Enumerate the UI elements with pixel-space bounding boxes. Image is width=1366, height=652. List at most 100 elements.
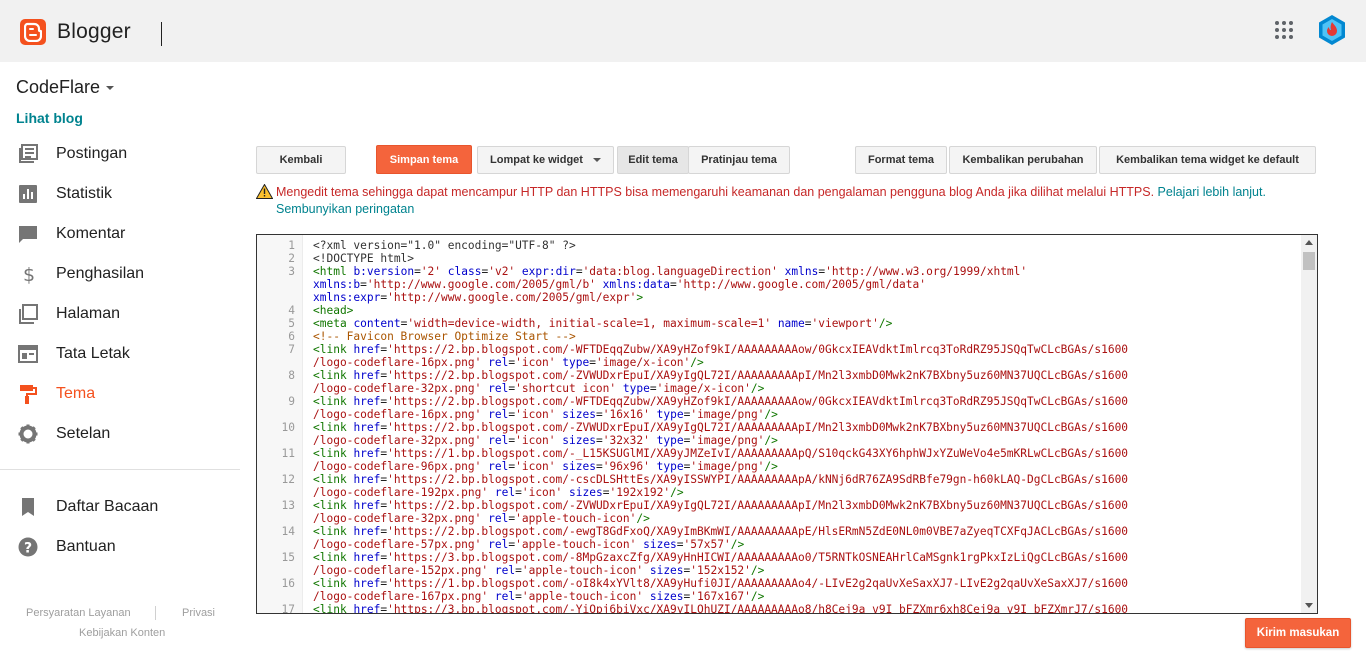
code-text[interactable]: <link href='https://2.bp.blogspot.com/-W… — [313, 343, 1128, 356]
save-theme-button[interactable]: Simpan tema — [376, 145, 472, 174]
code-line[interactable]: /logo-codeflare-167px.png' rel='apple-to… — [257, 590, 1301, 603]
code-line[interactable]: /logo-codeflare-32px.png' rel='icon' siz… — [257, 434, 1301, 447]
code-line[interactable]: 12 <link href='https://2.bp.blogspot.com/… — [257, 473, 1301, 486]
learn-more-link[interactable]: Pelajari lebih lanjut. — [1158, 185, 1266, 199]
code-text[interactable]: /logo-codeflare-16px.png' rel='icon' siz… — [313, 408, 778, 421]
code-line[interactable]: 14 <link href='https://2.bp.blogspot.com/… — [257, 525, 1301, 538]
code-text[interactable]: <!-- Favicon Browser Optimize Start --> — [313, 330, 576, 343]
code-line[interactable]: 11 <link href='https://1.bp.blogspot.com/… — [257, 447, 1301, 460]
format-theme-button[interactable]: Format tema — [855, 146, 947, 174]
revert-changes-button[interactable]: Kembalikan perubahan — [949, 146, 1097, 174]
code-text[interactable]: /logo-codeflare-32px.png' rel='shortcut … — [313, 382, 764, 395]
sidebar-item-setelan[interactable]: Setelan — [0, 414, 240, 454]
code-line[interactable]: xmlns:expr='http://www.google.com/2005/g… — [257, 291, 1301, 304]
code-line[interactable]: 8 <link href='https://2.bp.blogspot.com/-… — [257, 369, 1301, 382]
sidebar-item-bantuan[interactable]: ? Bantuan — [0, 527, 240, 567]
jump-to-widget-dropdown[interactable]: Lompat ke widget — [477, 146, 614, 174]
preview-theme-button[interactable]: Pratinjau tema — [688, 146, 790, 174]
code-text[interactable]: <link href='https://2.bp.blogspot.com/-Z… — [313, 499, 1128, 512]
sidebar-item-tema[interactable]: Tema — [0, 374, 240, 414]
apps-grid-icon[interactable] — [1275, 21, 1293, 39]
sidebar-item-halaman[interactable]: Halaman — [0, 294, 240, 334]
code-text[interactable]: /logo-codeflare-32px.png' rel='icon' siz… — [313, 434, 778, 447]
code-text[interactable]: /logo-codeflare-96px.png' rel='icon' siz… — [313, 460, 778, 473]
code-text[interactable]: /logo-codeflare-192px.png' rel='icon' si… — [313, 486, 684, 499]
code-line[interactable]: /logo-codeflare-32px.png' rel='apple-tou… — [257, 512, 1301, 525]
theme-code-editor[interactable]: 1 <?xml version="1.0" encoding="UTF-8" ?>… — [256, 234, 1318, 614]
code-text[interactable]: /logo-codeflare-16px.png' rel='icon' typ… — [313, 356, 704, 369]
code-line[interactable]: 4 <head> — [257, 304, 1301, 317]
scroll-up-arrow-icon[interactable] — [1305, 240, 1313, 245]
code-text[interactable]: <link href='https://1.bp.blogspot.com/-o… — [313, 577, 1128, 590]
code-text[interactable]: <!DOCTYPE html> — [313, 252, 414, 265]
code-text[interactable]: <link href='https://2.bp.blogspot.com/-e… — [313, 525, 1128, 538]
code-line[interactable]: 15 <link href='https://3.bp.blogspot.com/… — [257, 551, 1301, 564]
code-line[interactable]: 9 <link href='https://2.bp.blogspot.com/-… — [257, 395, 1301, 408]
edit-theme-button[interactable]: Edit tema — [617, 146, 689, 174]
hide-warning-link[interactable]: Sembunyikan peringatan — [276, 201, 414, 218]
scroll-down-arrow-icon[interactable] — [1305, 603, 1313, 608]
sidebar-item-komentar[interactable]: Komentar — [0, 214, 240, 254]
send-feedback-button[interactable]: Kirim masukan — [1245, 618, 1351, 648]
content-policy-link[interactable]: Kebijakan Konten — [79, 627, 165, 639]
blogger-logo-icon[interactable] — [20, 19, 46, 45]
line-number: 17 — [281, 603, 295, 614]
line-number: 15 — [281, 551, 295, 564]
code-line[interactable]: 16 <link href='https://1.bp.blogspot.com/… — [257, 577, 1301, 590]
sidebar-item-tata-letak[interactable]: Tata Letak — [0, 334, 240, 374]
avatar[interactable] — [1316, 14, 1348, 46]
blog-selector[interactable]: CodeFlare — [16, 77, 100, 98]
code-text[interactable]: <link href='https://2.bp.blogspot.com/-Z… — [313, 369, 1128, 382]
terms-link[interactable]: Persyaratan Layanan — [26, 607, 131, 619]
code-line[interactable]: 5 <meta content='width=device-width, init… — [257, 317, 1301, 330]
code-line[interactable]: /logo-codeflare-152px.png' rel='apple-to… — [257, 564, 1301, 577]
code-line[interactable]: 17 <link href='https://3.bp.blogspot.com/… — [257, 603, 1301, 614]
code-line[interactable]: /logo-codeflare-16px.png' rel='icon' typ… — [257, 356, 1301, 369]
code-line[interactable]: 13 <link href='https://2.bp.blogspot.com/… — [257, 499, 1301, 512]
code-text[interactable]: <link href='https://1.bp.blogspot.com/-_… — [313, 447, 1128, 460]
editor-scrollbar[interactable] — [1301, 235, 1317, 613]
sidebar-item-penghasilan[interactable]: $ Penghasilan — [0, 254, 240, 294]
brand-name[interactable]: Blogger — [57, 20, 131, 44]
code-text[interactable]: <link href='https://3.bp.blogspot.com/-8… — [313, 551, 1128, 564]
code-text[interactable]: <link href='https://2.bp.blogspot.com/-Z… — [313, 421, 1128, 434]
code-text[interactable]: /logo-codeflare-32px.png' rel='apple-tou… — [313, 512, 650, 525]
view-blog-link[interactable]: Lihat blog — [16, 110, 83, 126]
code-text[interactable]: <link href='https://2.bp.blogspot.com/-c… — [313, 473, 1128, 486]
code-line[interactable]: /logo-codeflare-96px.png' rel='icon' siz… — [257, 460, 1301, 473]
comments-icon — [19, 226, 37, 243]
code-text[interactable]: <link href='https://2.bp.blogspot.com/-W… — [313, 395, 1128, 408]
chevron-down-icon[interactable] — [106, 86, 114, 90]
code-text[interactable]: <html b:version='2' class='v2' expr:dir=… — [313, 265, 1027, 278]
privacy-link[interactable]: Privasi — [182, 607, 215, 619]
code-text[interactable]: <?xml version="1.0" encoding="UTF-8" ?> — [313, 239, 576, 252]
scrollbar-thumb[interactable] — [1303, 252, 1315, 270]
code-line[interactable]: 1 <?xml version="1.0" encoding="UTF-8" ?> — [257, 239, 1301, 252]
code-line[interactable]: 7 <link href='https://2.bp.blogspot.com/-… — [257, 343, 1301, 356]
revert-widgets-default-button[interactable]: Kembalikan tema widget ke default — [1099, 146, 1316, 174]
code-line[interactable]: /logo-codeflare-192px.png' rel='icon' si… — [257, 486, 1301, 499]
code-text[interactable]: <link href='https://3.bp.blogspot.com/-Y… — [313, 603, 1128, 613]
back-button[interactable]: Kembali — [256, 146, 346, 174]
code-line[interactable]: /logo-codeflare-57px.png' rel='apple-tou… — [257, 538, 1301, 551]
sidebar-item-statistik[interactable]: Statistik — [0, 174, 240, 214]
line-number: 7 — [288, 343, 295, 356]
code-text[interactable]: /logo-codeflare-152px.png' rel='apple-to… — [313, 564, 764, 577]
code-text[interactable]: xmlns:b='http://www.google.com/2005/gml/… — [313, 278, 926, 291]
code-content[interactable]: 1 <?xml version="1.0" encoding="UTF-8" ?>… — [257, 239, 1301, 614]
code-text[interactable]: <meta content='width=device-width, initi… — [313, 317, 892, 330]
code-line[interactable]: 10 <link href='https://2.bp.blogspot.com/… — [257, 421, 1301, 434]
code-text[interactable]: /logo-codeflare-57px.png' rel='apple-tou… — [313, 538, 744, 551]
code-line[interactable]: xmlns:b='http://www.google.com/2005/gml/… — [257, 278, 1301, 291]
code-text[interactable]: /logo-codeflare-167px.png' rel='apple-to… — [313, 590, 764, 603]
code-line[interactable]: /logo-codeflare-32px.png' rel='shortcut … — [257, 382, 1301, 395]
sidebar-item-daftar-bacaan[interactable]: Daftar Bacaan — [0, 487, 240, 527]
code-line[interactable]: /logo-codeflare-16px.png' rel='icon' siz… — [257, 408, 1301, 421]
code-line[interactable]: 3 <html b:version='2' class='v2' expr:dir… — [257, 265, 1301, 278]
code-text[interactable]: xmlns:expr='http://www.google.com/2005/g… — [313, 291, 643, 304]
dollar-icon: $ — [23, 264, 35, 284]
code-text[interactable]: <head> — [313, 304, 353, 317]
code-line[interactable]: 6 <!-- Favicon Browser Optimize Start --> — [257, 330, 1301, 343]
code-line[interactable]: 2 <!DOCTYPE html> — [257, 252, 1301, 265]
sidebar-item-postingan[interactable]: Postingan — [0, 134, 240, 174]
